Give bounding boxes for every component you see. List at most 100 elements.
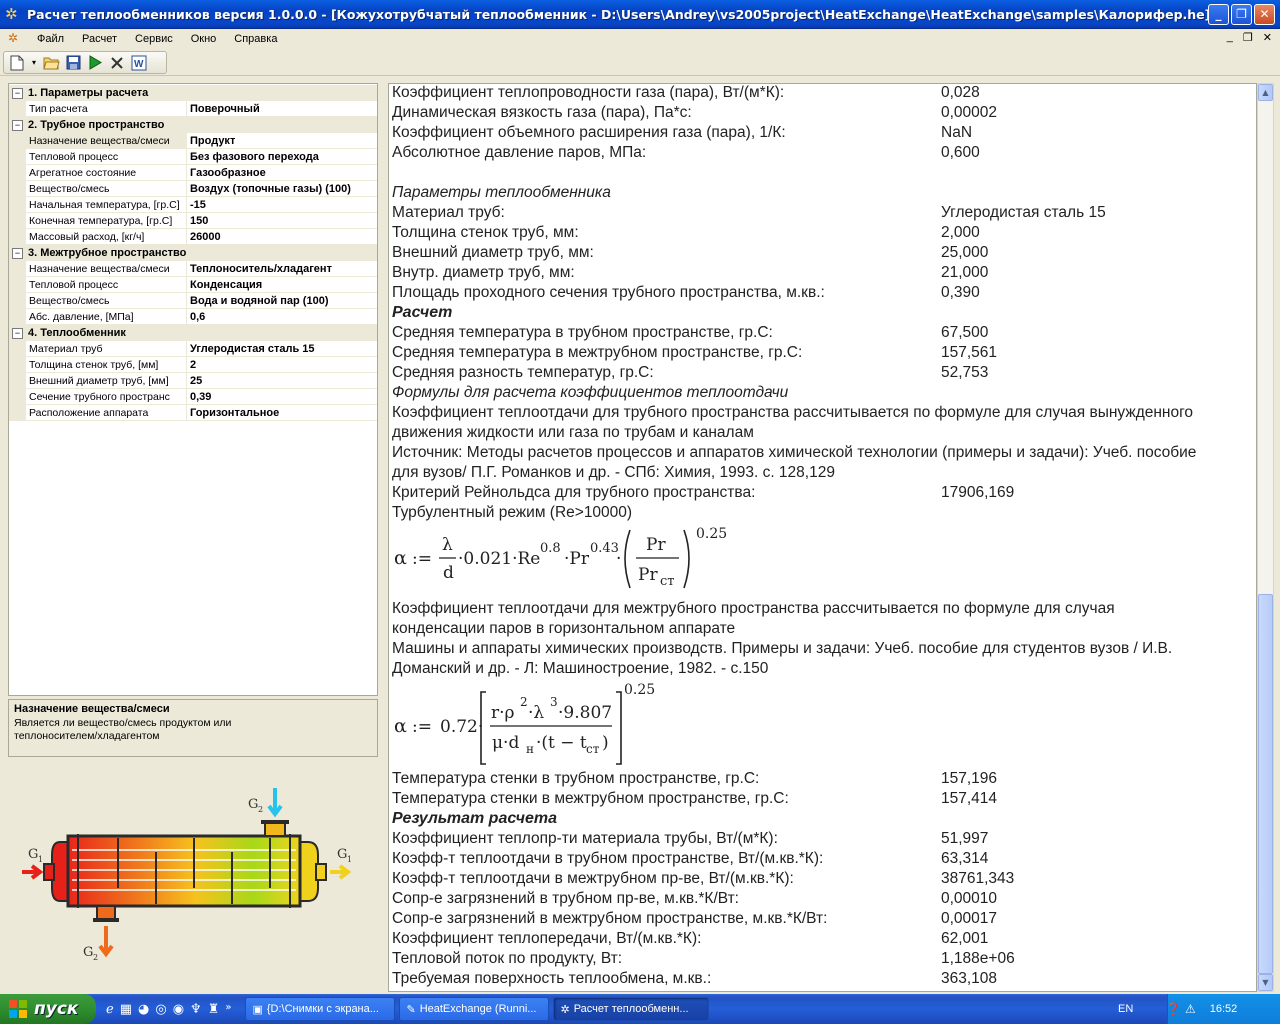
window-title: Расчет теплообменников версия 1.0.0.0 - …	[27, 6, 1208, 22]
category-heat-exchanger[interactable]: − 4. Теплообменник	[9, 325, 377, 341]
start-button[interactable]: пуск	[0, 994, 96, 1024]
category-calc-params[interactable]: − 1. Параметры расчета	[9, 85, 377, 101]
app-icon[interactable]: ♜	[208, 1002, 220, 1017]
help-icon[interactable]: ❓	[1166, 1002, 1181, 1016]
report-view[interactable]: Коэффициент теплопроводности газа (пара)…	[388, 83, 1257, 992]
property-value[interactable]: 0,39	[187, 391, 211, 403]
mdi-minimize-icon[interactable]: _	[1227, 31, 1233, 44]
property-name: Внешний диаметр труб, [мм]	[26, 372, 187, 389]
property-value[interactable]: Конденсация	[187, 279, 262, 291]
run-icon[interactable]	[86, 54, 104, 72]
property-row[interactable]: Вещество/смесь Воздух (топочные газы) (1…	[9, 180, 377, 197]
property-value[interactable]: 2	[187, 359, 196, 371]
category-tube-space[interactable]: − 2. Трубное пространство	[9, 117, 377, 133]
property-row[interactable]: Расположение аппарата Горизонтальное	[9, 404, 377, 421]
tool-icon[interactable]: ♆	[190, 1002, 202, 1017]
taskbar-item-screenshots[interactable]: ▣ {D:\Снимки с экрана...	[245, 997, 396, 1021]
property-value[interactable]: Углеродистая сталь 15	[187, 343, 315, 355]
report-line: Тепловой поток по продукту, Вт: 1,188e+06	[392, 950, 1015, 967]
desktop-icon[interactable]: ▦	[120, 1002, 132, 1017]
svg-text:н: н	[526, 742, 534, 756]
svg-text:Pr: Pr	[638, 565, 658, 585]
property-value[interactable]: 0,6	[187, 311, 205, 323]
word-export-icon[interactable]: W	[130, 54, 148, 72]
scroll-up-icon[interactable]: ▲	[1258, 84, 1273, 101]
menu-help[interactable]: Справка	[225, 33, 286, 45]
property-row[interactable]: Абс. давление, [МПа] 0,6	[9, 308, 377, 325]
property-value[interactable]: 26000	[187, 231, 221, 243]
menu-calc[interactable]: Расчет	[73, 33, 126, 45]
property-row[interactable]: Назначение вещества/смеси Продукт	[9, 132, 377, 149]
property-value[interactable]: Без фазового перехода	[187, 151, 319, 163]
collapse-icon[interactable]: −	[12, 119, 23, 131]
property-name: Агрегатное состояние	[26, 164, 187, 181]
svg-text:0.25: 0.25	[624, 682, 655, 698]
property-value[interactable]: Горизонтальное	[187, 407, 279, 419]
document-icon[interactable]: ✲	[8, 31, 24, 47]
close-button[interactable]: ✕	[1254, 3, 1275, 25]
save-icon[interactable]	[64, 54, 82, 72]
property-row[interactable]: Вещество/смесь Вода и водяной пар (100)	[9, 292, 377, 309]
svg-text:ст: ст	[586, 742, 600, 756]
scroll-down-icon[interactable]: ▼	[1258, 974, 1273, 991]
taskbar-item-calc[interactable]: ✲ Расчет теплообменн...	[553, 997, 710, 1021]
stop-x-icon[interactable]	[108, 54, 126, 72]
property-value[interactable]: Теплоноситель/хладагент	[187, 263, 332, 275]
property-row[interactable]: Конечная температура, [гр.С] 150	[9, 212, 377, 229]
property-row[interactable]: Назначение вещества/смеси Теплоноситель/…	[9, 260, 377, 277]
property-grid[interactable]: − 1. Параметры расчета Тип расчета Повер…	[8, 83, 378, 696]
category-shell-space[interactable]: − 3. Межтрубное пространство	[9, 245, 377, 261]
collapse-icon[interactable]: −	[12, 87, 23, 99]
property-name: Вещество/смесь	[26, 180, 187, 197]
property-value[interactable]: 25	[187, 375, 202, 387]
g2-top-sub: 2	[258, 805, 263, 814]
dropdown-arrow-icon[interactable]: ▾	[30, 54, 38, 72]
property-row[interactable]: Агрегатное состояние Газообразное	[9, 164, 377, 181]
restore-button[interactable]: ❐	[1231, 3, 1252, 25]
property-value[interactable]: 150	[187, 215, 208, 227]
window-titlebar[interactable]: ✲ Расчет теплообменников версия 1.0.0.0 …	[0, 0, 1280, 29]
property-row[interactable]: Массовый расход, [кг/ч] 26000	[9, 228, 377, 245]
open-folder-icon[interactable]	[42, 54, 60, 72]
collapse-icon[interactable]: −	[12, 327, 23, 339]
new-file-icon[interactable]	[8, 54, 26, 72]
opera-icon[interactable]: ◎	[155, 1002, 166, 1017]
scroll-thumb[interactable]	[1258, 594, 1273, 974]
report-scrollbar[interactable]: ▲ ▼	[1257, 83, 1274, 992]
property-row[interactable]: Тепловой процесс Конденсация	[9, 276, 377, 293]
property-row[interactable]: Начальная температура, [гр.С] -15	[9, 196, 377, 213]
mdi-restore-icon[interactable]: ❐	[1243, 31, 1253, 44]
property-value[interactable]: Продукт	[187, 135, 235, 147]
property-row[interactable]: Сечение трубного пространс 0,39	[9, 388, 377, 405]
report-line: Толщина стенок труб, мм: 2,000	[392, 224, 980, 241]
minimize-button[interactable]: _	[1208, 3, 1229, 25]
expand-chevron-icon[interactable]: »	[225, 1002, 231, 1017]
gear-icon: ✲	[560, 1003, 570, 1016]
language-indicator[interactable]: EN	[1118, 1003, 1158, 1015]
property-row[interactable]: Тепловой процесс Без фазового перехода	[9, 148, 377, 165]
outlet-arrow-icon	[330, 864, 352, 880]
property-value[interactable]: Поверочный	[187, 103, 260, 115]
property-row[interactable]: Внешний диаметр труб, [мм] 25	[9, 372, 377, 389]
menu-service[interactable]: Сервис	[126, 33, 182, 45]
property-value[interactable]: -15	[187, 199, 206, 211]
menu-window[interactable]: Окно	[182, 33, 226, 45]
property-value[interactable]: Воздух (топочные газы) (100)	[187, 183, 351, 195]
property-row[interactable]: Тип расчета Поверочный	[9, 100, 377, 117]
report-section-heading: Формулы для расчета коэффициентов теплоо…	[392, 384, 789, 401]
chrome-icon[interactable]: ◕	[138, 1002, 149, 1017]
media-icon[interactable]: ◉	[173, 1002, 184, 1017]
menu-file[interactable]: Файл	[28, 33, 73, 45]
ie-icon[interactable]: ℯ	[106, 1002, 114, 1017]
property-row[interactable]: Материал труб Углеродистая сталь 15	[9, 340, 377, 357]
mdi-close-icon[interactable]: ✕	[1263, 31, 1272, 44]
taskbar-item-heatexchange[interactable]: ✎ HeatExchange (Runni...	[399, 997, 550, 1021]
property-value[interactable]: Вода и водяной пар (100)	[187, 295, 328, 307]
antivirus-icon[interactable]: ⚠	[1185, 1002, 1196, 1016]
collapse-icon[interactable]: −	[12, 247, 23, 259]
property-row[interactable]: Толщина стенок труб, [мм] 2	[9, 356, 377, 373]
property-value[interactable]: Газообразное	[187, 167, 266, 179]
report-line: Средняя температура в межтрубном простра…	[392, 344, 998, 361]
property-name: Тепловой процесс	[26, 276, 187, 293]
report-line: Сопр-е загрязнений в межтрубном простран…	[392, 910, 998, 927]
